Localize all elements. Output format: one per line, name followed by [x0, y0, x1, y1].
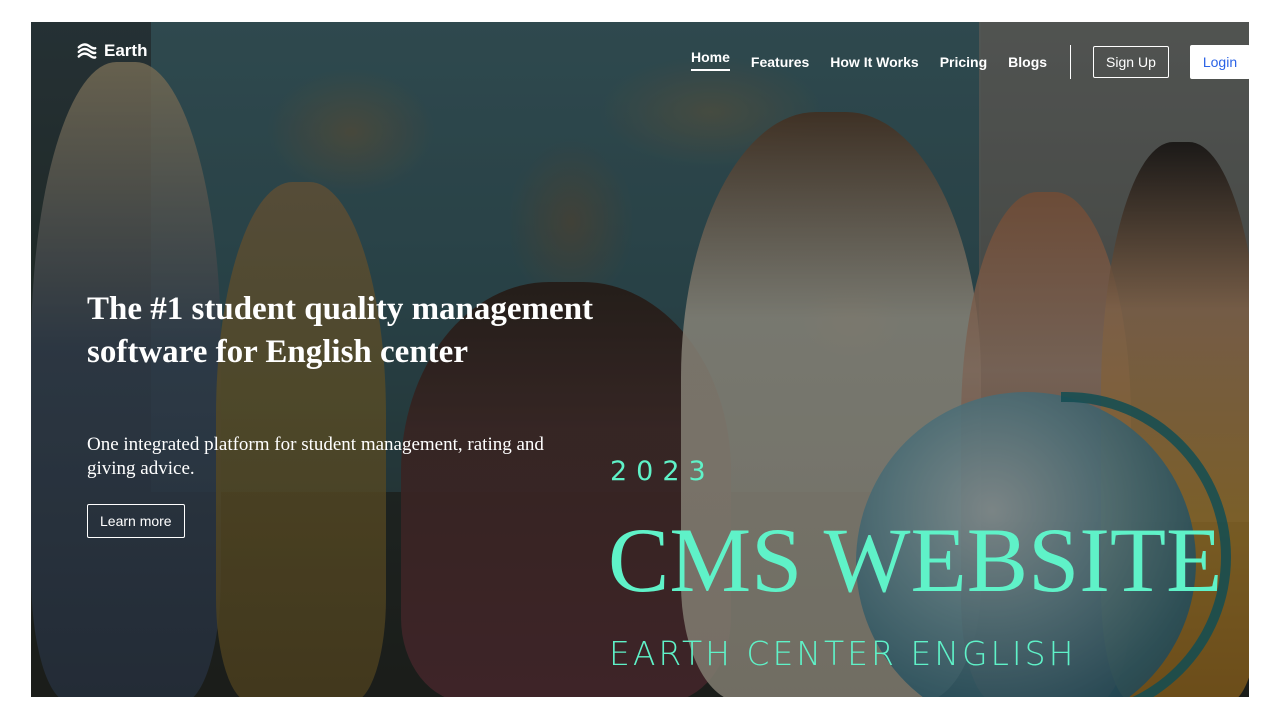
- promo-title: CMS WEBSITE: [608, 509, 1223, 611]
- main-nav: Home Features How It Works Pricing Blogs…: [691, 42, 1249, 82]
- nav-blogs[interactable]: Blogs: [1008, 54, 1047, 70]
- brand-name: Earth: [104, 41, 148, 60]
- nav-pricing[interactable]: Pricing: [940, 54, 987, 70]
- login-button[interactable]: Login: [1189, 45, 1249, 79]
- sign-up-button[interactable]: Sign Up: [1093, 46, 1169, 78]
- hero-section: Earth Home Features How It Works Pricing…: [31, 22, 1249, 697]
- waves-icon: [77, 43, 97, 59]
- promo-subtitle: EARTH CENTER ENGLISH: [609, 634, 1077, 673]
- nav-how-it-works[interactable]: How It Works: [830, 54, 918, 70]
- hero-subheadline: One integrated platform for student mana…: [87, 434, 544, 479]
- nav-divider: [1070, 45, 1072, 79]
- hero-headline: The #1 student quality management softwa…: [87, 291, 594, 370]
- nav-home[interactable]: Home: [691, 49, 730, 71]
- brand-logo[interactable]: Earth: [76, 40, 147, 62]
- nav-features[interactable]: Features: [751, 54, 809, 70]
- learn-more-button[interactable]: Learn more: [87, 504, 185, 538]
- promo-year: 2023: [610, 456, 715, 487]
